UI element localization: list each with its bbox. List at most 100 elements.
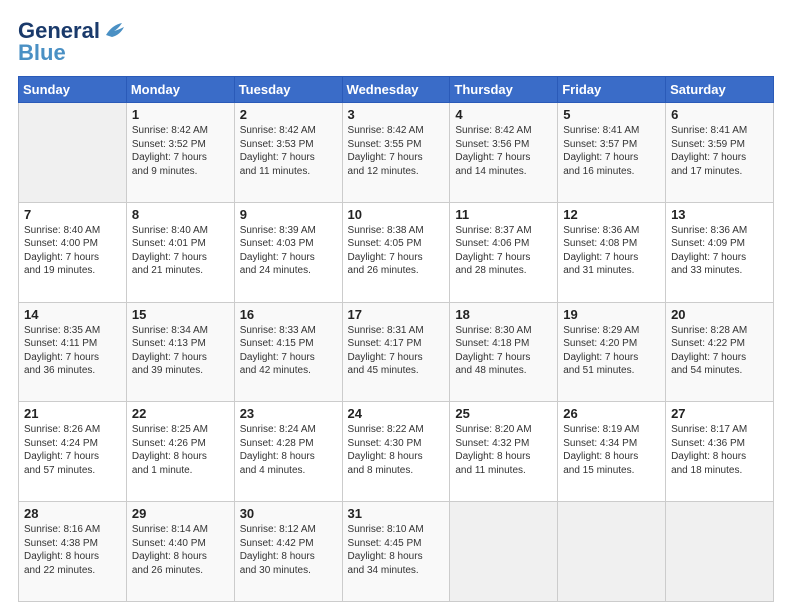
- day-info: Sunrise: 8:39 AM Sunset: 4:03 PM Dayligh…: [240, 224, 337, 278]
- day-number: 21: [24, 406, 121, 421]
- day-info: Sunrise: 8:16 AM Sunset: 4:38 PM Dayligh…: [24, 523, 121, 577]
- day-number: 10: [348, 207, 445, 222]
- day-number: 27: [671, 406, 768, 421]
- day-number: 5: [563, 107, 660, 122]
- week-row-0: 1 Sunrise: 8:42 AM Sunset: 3:52 PM Daylig…: [19, 103, 774, 203]
- calendar-cell: 19Sunrise: 8:29 AM Sunset: 4:20 PM Dayli…: [558, 302, 666, 402]
- day-info: Sunrise: 8:42 AM Sunset: 3:53 PM Dayligh…: [240, 124, 337, 178]
- weekday-sunday: Sunday: [19, 77, 127, 103]
- calendar-cell: 18 Sunrise: 8:30 AM Sunset: 4:18 PM Dayli…: [450, 302, 558, 402]
- day-number: 28: [24, 506, 121, 521]
- calendar-cell: 28 Sunrise: 8:16 AM Sunset: 4:38 PM Dayli…: [19, 502, 127, 602]
- calendar-cell: 30Sunrise: 8:12 AM Sunset: 4:42 PM Dayli…: [234, 502, 342, 602]
- day-info: Sunrise: 8:36 AM Sunset: 4:08 PM Dayligh…: [563, 224, 660, 278]
- day-info: Sunrise: 8:36 AM Sunset: 4:09 PM Dayligh…: [671, 224, 768, 278]
- calendar-cell: 20 Sunrise: 8:28 AM Sunset: 4:22 PM Dayli…: [666, 302, 774, 402]
- day-info: Sunrise: 8:14 AM Sunset: 4:40 PM Dayligh…: [132, 523, 229, 577]
- day-number: 22: [132, 406, 229, 421]
- weekday-monday: Monday: [126, 77, 234, 103]
- calendar-cell: 31 Sunrise: 8:10 AM Sunset: 4:45 PM Dayli…: [342, 502, 450, 602]
- weekday-saturday: Saturday: [666, 77, 774, 103]
- calendar-table: SundayMondayTuesdayWednesdayThursdayFrid…: [18, 76, 774, 602]
- day-number: 6: [671, 107, 768, 122]
- weekday-wednesday: Wednesday: [342, 77, 450, 103]
- weekday-thursday: Thursday: [450, 77, 558, 103]
- calendar-cell: [558, 502, 666, 602]
- day-info: Sunrise: 8:42 AM Sunset: 3:56 PM Dayligh…: [455, 124, 552, 178]
- calendar-cell: 14 Sunrise: 8:35 AM Sunset: 4:11 PM Dayli…: [19, 302, 127, 402]
- page: General Blue SundayMondayTuesdayWednesda…: [0, 0, 792, 612]
- day-number: 9: [240, 207, 337, 222]
- day-info: Sunrise: 8:17 AM Sunset: 4:36 PM Dayligh…: [671, 423, 768, 477]
- day-info: Sunrise: 8:40 AM Sunset: 4:00 PM Dayligh…: [24, 224, 121, 278]
- day-number: 25: [455, 406, 552, 421]
- week-row-2: 14 Sunrise: 8:35 AM Sunset: 4:11 PM Dayli…: [19, 302, 774, 402]
- weekday-friday: Friday: [558, 77, 666, 103]
- calendar-cell: [666, 502, 774, 602]
- calendar-cell: 7 Sunrise: 8:40 AM Sunset: 4:00 PM Daylig…: [19, 202, 127, 302]
- calendar-cell: 29 Sunrise: 8:14 AM Sunset: 4:40 PM Dayli…: [126, 502, 234, 602]
- header: General Blue: [18, 18, 774, 66]
- calendar-header: SundayMondayTuesdayWednesdayThursdayFrid…: [19, 77, 774, 103]
- calendar-cell: 11 Sunrise: 8:37 AM Sunset: 4:06 PM Dayli…: [450, 202, 558, 302]
- day-number: 24: [348, 406, 445, 421]
- day-info: Sunrise: 8:26 AM Sunset: 4:24 PM Dayligh…: [24, 423, 121, 477]
- day-number: 14: [24, 307, 121, 322]
- calendar-cell: 10 Sunrise: 8:38 AM Sunset: 4:05 PM Dayli…: [342, 202, 450, 302]
- day-info: Sunrise: 8:19 AM Sunset: 4:34 PM Dayligh…: [563, 423, 660, 477]
- logo-bird-icon: [104, 21, 126, 41]
- day-info: Sunrise: 8:30 AM Sunset: 4:18 PM Dayligh…: [455, 324, 552, 378]
- calendar-cell: 1 Sunrise: 8:42 AM Sunset: 3:52 PM Daylig…: [126, 103, 234, 203]
- calendar-cell: 27 Sunrise: 8:17 AM Sunset: 4:36 PM Dayli…: [666, 402, 774, 502]
- day-number: 31: [348, 506, 445, 521]
- week-row-1: 7 Sunrise: 8:40 AM Sunset: 4:00 PM Daylig…: [19, 202, 774, 302]
- day-info: Sunrise: 8:35 AM Sunset: 4:11 PM Dayligh…: [24, 324, 121, 378]
- calendar-cell: 9 Sunrise: 8:39 AM Sunset: 4:03 PM Daylig…: [234, 202, 342, 302]
- day-info: Sunrise: 8:42 AM Sunset: 3:52 PM Dayligh…: [132, 124, 229, 178]
- calendar-cell: 3 Sunrise: 8:42 AM Sunset: 3:55 PM Daylig…: [342, 103, 450, 203]
- day-number: 3: [348, 107, 445, 122]
- day-number: 20: [671, 307, 768, 322]
- day-number: 11: [455, 207, 552, 222]
- calendar-cell: 15Sunrise: 8:34 AM Sunset: 4:13 PM Dayli…: [126, 302, 234, 402]
- day-number: 29: [132, 506, 229, 521]
- day-number: 23: [240, 406, 337, 421]
- day-info: Sunrise: 8:37 AM Sunset: 4:06 PM Dayligh…: [455, 224, 552, 278]
- day-number: 8: [132, 207, 229, 222]
- calendar-cell: 21 Sunrise: 8:26 AM Sunset: 4:24 PM Dayli…: [19, 402, 127, 502]
- calendar-body: 1 Sunrise: 8:42 AM Sunset: 3:52 PM Daylig…: [19, 103, 774, 602]
- logo: General Blue: [18, 18, 126, 66]
- weekday-header-row: SundayMondayTuesdayWednesdayThursdayFrid…: [19, 77, 774, 103]
- calendar-cell: 13 Sunrise: 8:36 AM Sunset: 4:09 PM Dayli…: [666, 202, 774, 302]
- calendar-cell: 23Sunrise: 8:24 AM Sunset: 4:28 PM Dayli…: [234, 402, 342, 502]
- calendar-cell: 12 Sunrise: 8:36 AM Sunset: 4:08 PM Dayli…: [558, 202, 666, 302]
- day-number: 1: [132, 107, 229, 122]
- day-info: Sunrise: 8:42 AM Sunset: 3:55 PM Dayligh…: [348, 124, 445, 178]
- day-info: Sunrise: 8:38 AM Sunset: 4:05 PM Dayligh…: [348, 224, 445, 278]
- weekday-tuesday: Tuesday: [234, 77, 342, 103]
- day-info: Sunrise: 8:41 AM Sunset: 3:57 PM Dayligh…: [563, 124, 660, 178]
- day-number: 17: [348, 307, 445, 322]
- day-number: 2: [240, 107, 337, 122]
- day-info: Sunrise: 8:33 AM Sunset: 4:15 PM Dayligh…: [240, 324, 337, 378]
- day-number: 13: [671, 207, 768, 222]
- calendar-cell: 17 Sunrise: 8:31 AM Sunset: 4:17 PM Dayli…: [342, 302, 450, 402]
- day-number: 18: [455, 307, 552, 322]
- day-info: Sunrise: 8:28 AM Sunset: 4:22 PM Dayligh…: [671, 324, 768, 378]
- day-info: Sunrise: 8:10 AM Sunset: 4:45 PM Dayligh…: [348, 523, 445, 577]
- calendar-cell: 25Sunrise: 8:20 AM Sunset: 4:32 PM Dayli…: [450, 402, 558, 502]
- day-info: Sunrise: 8:41 AM Sunset: 3:59 PM Dayligh…: [671, 124, 768, 178]
- day-number: 7: [24, 207, 121, 222]
- day-number: 4: [455, 107, 552, 122]
- calendar-cell: 8 Sunrise: 8:40 AM Sunset: 4:01 PM Daylig…: [126, 202, 234, 302]
- day-info: Sunrise: 8:31 AM Sunset: 4:17 PM Dayligh…: [348, 324, 445, 378]
- day-info: Sunrise: 8:25 AM Sunset: 4:26 PM Dayligh…: [132, 423, 229, 477]
- calendar-cell: 24 Sunrise: 8:22 AM Sunset: 4:30 PM Dayli…: [342, 402, 450, 502]
- calendar-cell: [450, 502, 558, 602]
- week-row-4: 28 Sunrise: 8:16 AM Sunset: 4:38 PM Dayli…: [19, 502, 774, 602]
- logo-blue: Blue: [18, 40, 66, 66]
- day-number: 12: [563, 207, 660, 222]
- calendar-cell: [19, 103, 127, 203]
- day-info: Sunrise: 8:22 AM Sunset: 4:30 PM Dayligh…: [348, 423, 445, 477]
- day-info: Sunrise: 8:40 AM Sunset: 4:01 PM Dayligh…: [132, 224, 229, 278]
